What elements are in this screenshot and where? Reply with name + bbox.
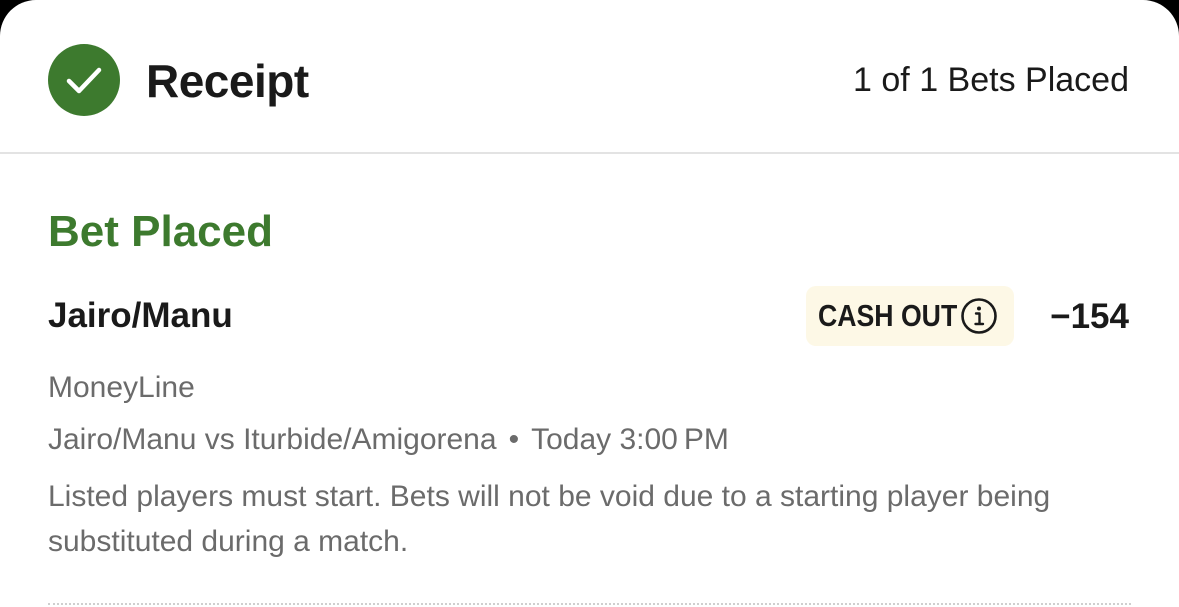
- bet-rules: Listed players must start. Bets will not…: [48, 480, 1051, 558]
- info-icon[interactable]: [960, 297, 998, 335]
- bet-odds: −154: [1050, 297, 1129, 336]
- check-circle-icon: [48, 44, 120, 116]
- matchup: Jairo/Manu vs Iturbide/Amigorena: [48, 423, 497, 456]
- receipt-header: Receipt 1 of 1 Bets Placed: [0, 0, 1179, 154]
- cash-out-label: CASH OUT: [818, 298, 958, 333]
- bet-selection: Jairo/Manu: [48, 296, 233, 335]
- matchup-line: Jairo/Manu vs Iturbide/Amigorena • Today 3…: [48, 421, 729, 459]
- dotted-divider: [48, 603, 1131, 605]
- cash-out-button[interactable]: CASH OUT: [806, 286, 1014, 346]
- separator-dot: •: [508, 423, 520, 456]
- bet-status: Bet Placed: [48, 207, 273, 256]
- receipt-sheet: Receipt 1 of 1 Bets Placed Bet Placed Ja…: [0, 0, 1179, 607]
- page-title: Receipt: [146, 55, 309, 107]
- bets-placed-count: 1 of 1 Bets Placed: [853, 61, 1129, 99]
- event-start-time: Today 3:00 PM: [531, 423, 729, 456]
- bet-market: MoneyLine: [48, 371, 195, 404]
